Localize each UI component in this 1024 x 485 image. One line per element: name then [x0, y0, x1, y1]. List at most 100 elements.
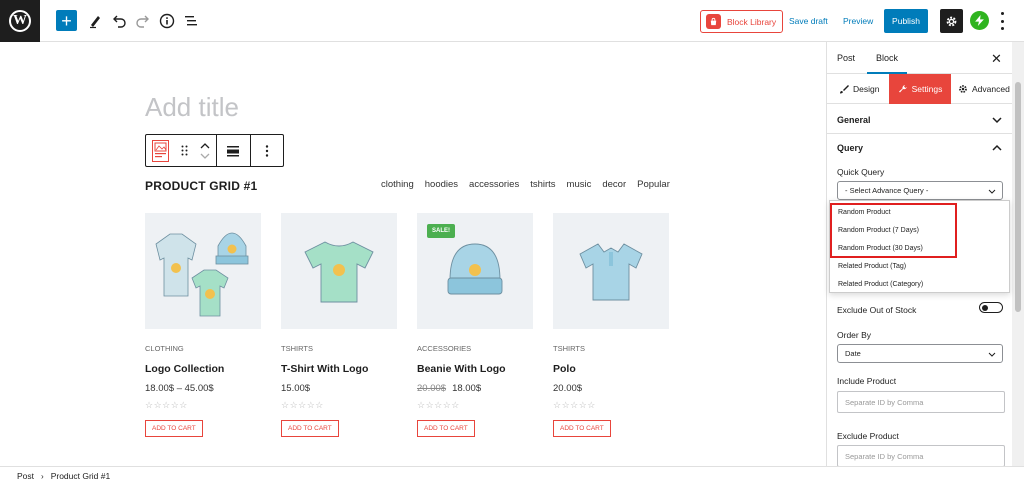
- chevron-right-icon: ›: [41, 471, 44, 481]
- query-panel-title[interactable]: Query: [837, 143, 863, 153]
- filter-hoodies[interactable]: hoodies: [425, 179, 458, 190]
- category-filter-list: clothing hoodies accessories tshirts mus…: [381, 179, 681, 190]
- save-draft-button[interactable]: Save draft: [789, 16, 828, 26]
- jetpack-button[interactable]: [970, 11, 989, 30]
- product-name[interactable]: Logo Collection: [145, 363, 261, 375]
- product-name[interactable]: T-Shirt With Logo: [281, 363, 397, 375]
- sale-price: 18.00$: [452, 383, 482, 394]
- product-price: 18.00$ – 45.00$: [145, 383, 214, 394]
- drag-handle-icon: [181, 145, 188, 156]
- product-image[interactable]: [145, 213, 261, 329]
- wrench-icon: [898, 85, 907, 93]
- order-by-value: Date: [845, 349, 861, 358]
- list-view-icon: [185, 16, 197, 26]
- gear-icon: [946, 16, 957, 26]
- exclude-product-label: Exclude Product: [837, 431, 899, 441]
- scrollbar-thumb[interactable]: [1015, 82, 1021, 312]
- more-options-button[interactable]: [998, 12, 1006, 30]
- add-to-cart-button[interactable]: ADD TO CART: [281, 420, 339, 437]
- subtab-advanced-label: Advanced: [972, 84, 1010, 94]
- filter-decor[interactable]: decor: [602, 179, 626, 190]
- tab-post[interactable]: Post: [837, 53, 855, 63]
- list-view-button[interactable]: [182, 10, 200, 32]
- quick-query-value: - Select Advance Query -: [845, 186, 929, 195]
- option-related-product-category[interactable]: Related Product (Category): [838, 281, 923, 288]
- breadcrumb-post[interactable]: Post: [17, 471, 34, 481]
- rating-stars: ☆☆☆☆☆: [553, 400, 596, 410]
- product-image[interactable]: [553, 213, 669, 329]
- add-to-cart-button[interactable]: ADD TO CART: [145, 420, 203, 437]
- details-button[interactable]: [158, 10, 176, 32]
- product-name[interactable]: Beanie With Logo: [417, 363, 533, 375]
- chevron-down-icon[interactable]: [200, 153, 210, 159]
- wordpress-icon: W: [9, 10, 31, 32]
- block-library-label: Block Library: [727, 16, 777, 27]
- close-icon[interactable]: ✕: [991, 51, 1002, 67]
- product-category[interactable]: TSHIRTS: [281, 344, 397, 353]
- filter-accessories[interactable]: accessories: [469, 179, 519, 190]
- block-type-button[interactable]: [146, 135, 176, 166]
- settings-toggle-button[interactable]: [940, 9, 963, 33]
- subtab-advanced[interactable]: Advanced: [958, 74, 1010, 104]
- chevron-up-icon[interactable]: [992, 143, 1002, 153]
- undo-button[interactable]: [110, 10, 128, 32]
- option-related-product-tag[interactable]: Related Product (Tag): [838, 263, 906, 270]
- filter-music[interactable]: music: [567, 179, 592, 190]
- shopping-bag-icon: [706, 14, 721, 29]
- editor-top-bar: W + Block Library Save draft Preview Pub…: [0, 0, 1024, 42]
- filter-popular[interactable]: Popular: [637, 179, 670, 190]
- kebab-icon: [265, 144, 269, 157]
- product-name[interactable]: Polo: [553, 363, 669, 375]
- product-price: 20.00$: [553, 383, 583, 394]
- exclude-product-input[interactable]: Separate ID by Comma: [837, 445, 1005, 466]
- exclude-out-of-stock-toggle[interactable]: [979, 302, 1003, 313]
- block-breadcrumb: Post › Product Grid #1: [0, 466, 1024, 485]
- product-price: 15.00$: [281, 383, 311, 394]
- block-library-button[interactable]: Block Library: [700, 10, 783, 33]
- editor-canvas: Add title PRODUCT GRID #1 clothing hoodi…: [0, 42, 826, 466]
- general-panel-header[interactable]: General: [827, 104, 1012, 134]
- edit-tools-button[interactable]: [86, 10, 104, 32]
- align-button[interactable]: [217, 135, 251, 166]
- product-category[interactable]: TSHIRTS: [553, 344, 669, 353]
- breadcrumb-current[interactable]: Product Grid #1: [51, 471, 111, 481]
- filter-clothing[interactable]: clothing: [381, 179, 414, 190]
- rating-stars: ☆☆☆☆☆: [145, 400, 188, 410]
- hoodie-collection-image: [155, 232, 249, 317]
- sale-badge: SALE!: [427, 224, 455, 238]
- subtab-settings[interactable]: Settings: [889, 74, 951, 104]
- publish-button[interactable]: Publish: [884, 9, 928, 33]
- polo-image: [579, 243, 643, 301]
- product-card: TSHIRTS T-Shirt With Logo 15.00$ ☆☆☆☆☆ A…: [281, 213, 397, 437]
- sidebar-scrollbar[interactable]: [1012, 42, 1024, 466]
- wordpress-logo-button[interactable]: W: [0, 0, 40, 42]
- chevron-down-icon: [988, 352, 996, 357]
- chevron-up-icon[interactable]: [200, 142, 210, 149]
- original-price: 20.00$: [417, 383, 447, 394]
- order-by-select[interactable]: Date: [837, 344, 1003, 363]
- tab-block[interactable]: Block: [867, 53, 907, 74]
- product-image[interactable]: SALE!: [417, 213, 533, 329]
- brush-icon: [840, 85, 849, 94]
- preview-button[interactable]: Preview: [843, 16, 873, 26]
- add-to-cart-button[interactable]: ADD TO CART: [553, 420, 611, 437]
- product-card: TSHIRTS Polo 20.00$ ☆☆☆☆☆ ADD TO CART: [553, 213, 669, 437]
- lightning-icon: [975, 15, 984, 26]
- redo-button[interactable]: [134, 10, 152, 32]
- filter-tshirts[interactable]: tshirts: [530, 179, 555, 190]
- order-by-label: Order By: [837, 330, 872, 340]
- add-block-button[interactable]: +: [56, 10, 77, 31]
- post-title-input[interactable]: Add title: [145, 92, 239, 123]
- product-card: SALE! ACCESSORIES Beanie With Logo 20.00…: [417, 213, 533, 437]
- product-image[interactable]: [281, 213, 397, 329]
- move-block-buttons[interactable]: [194, 135, 216, 166]
- include-product-input[interactable]: Separate ID by Comma: [837, 391, 1005, 413]
- add-to-cart-button[interactable]: ADD TO CART: [417, 420, 475, 437]
- quick-query-label: Quick Query: [837, 167, 885, 177]
- quick-query-select[interactable]: - Select Advance Query -: [837, 181, 1003, 200]
- drag-handle[interactable]: [176, 135, 194, 166]
- subtab-design[interactable]: Design: [839, 74, 879, 104]
- product-category[interactable]: CLOTHING: [145, 344, 261, 353]
- block-options-button[interactable]: [251, 135, 283, 166]
- product-category[interactable]: ACCESSORIES: [417, 344, 533, 353]
